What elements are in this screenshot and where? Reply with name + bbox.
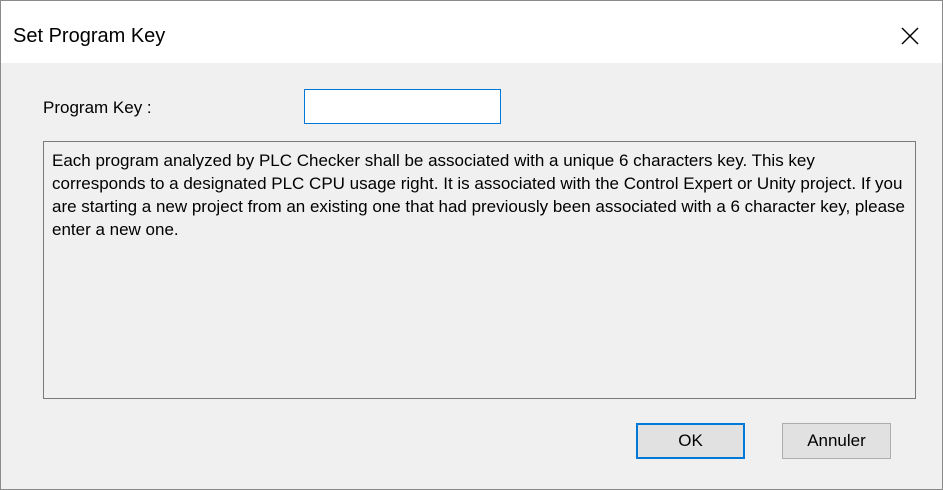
dialog-title: Set Program Key [13, 25, 166, 47]
cancel-button[interactable]: Annuler [782, 423, 891, 459]
program-key-label: Program Key : [43, 98, 152, 117]
close-button[interactable] [880, 1, 942, 63]
ok-button[interactable]: OK [636, 423, 745, 459]
description-text: Each program analyzed by PLC Checker sha… [43, 141, 916, 399]
close-icon [901, 27, 919, 45]
program-key-input[interactable] [304, 89, 501, 124]
set-program-key-dialog: Set Program Key Program Key : Each progr… [0, 0, 943, 490]
title-bar: Set Program Key [1, 1, 942, 63]
